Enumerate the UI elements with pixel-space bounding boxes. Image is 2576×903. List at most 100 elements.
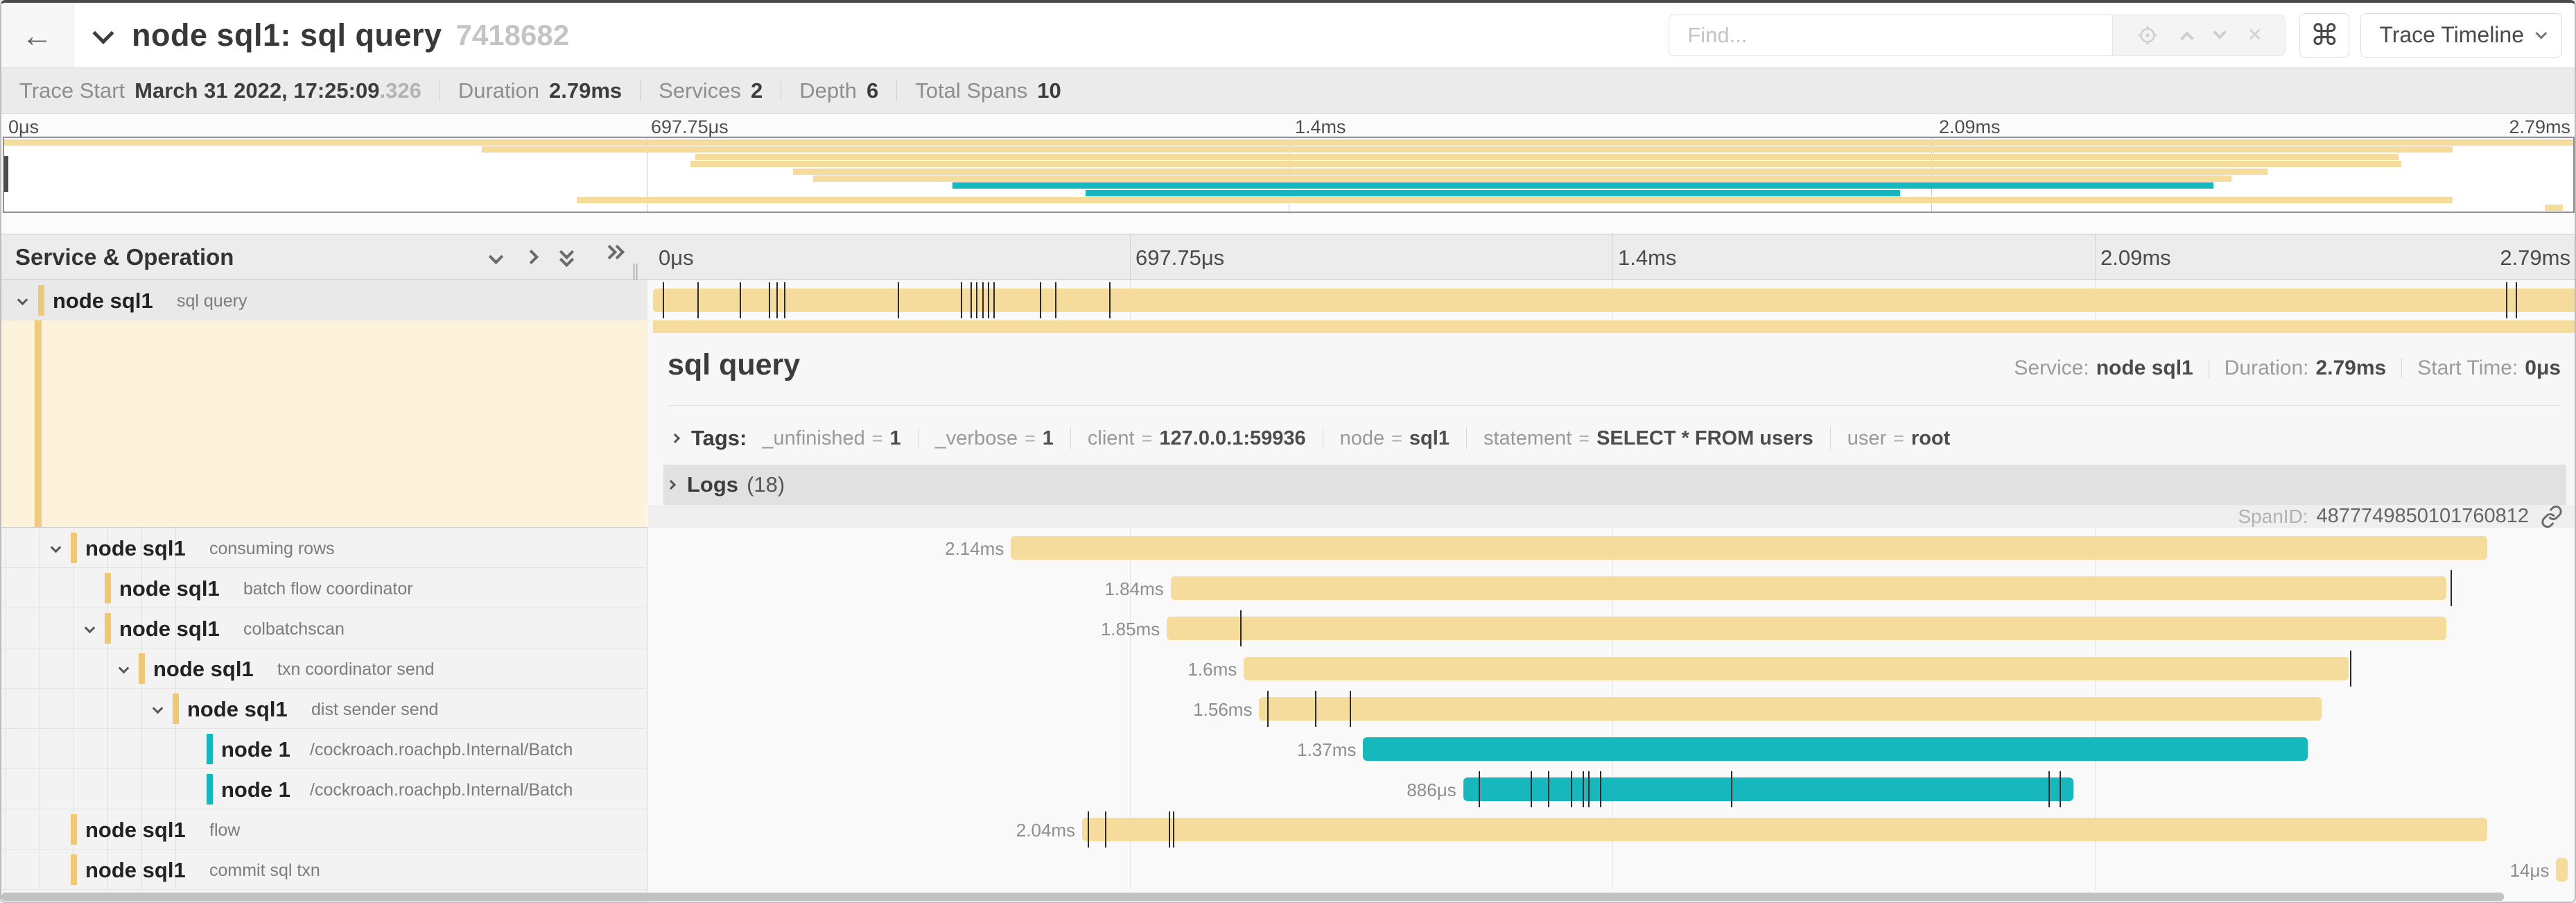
chevron-down-icon[interactable] <box>85 623 96 634</box>
tag-item[interactable]: node=sql1 <box>1340 427 1450 450</box>
span-row[interactable]: node sql1commit sql txn14μs <box>1 850 2576 890</box>
log-marker <box>784 282 785 318</box>
span-tree-cell[interactable]: node 1/cockroach.roachpb.Internal/Batch <box>1 769 647 809</box>
span-bar[interactable] <box>1171 576 2446 600</box>
span-detail-bar <box>653 320 2576 333</box>
collapse-one-icon[interactable] <box>491 252 501 262</box>
chevron-down-icon[interactable] <box>51 542 62 553</box>
logs-accordion[interactable]: Logs (18) <box>663 465 2566 505</box>
span-detail-meta: Service:node sql1Duration:2.79msStart Ti… <box>2014 356 2561 380</box>
grid-header: Service & Operation ∥ 0μs697.75μs1.4ms2.… <box>1 234 2576 280</box>
minimap-span-bar <box>2545 205 2563 211</box>
clear-find-icon[interactable]: × <box>2248 22 2262 49</box>
service-name: node sql1 <box>85 536 186 561</box>
span-row[interactable]: node sql1dist sender send1.56ms <box>1 689 2576 729</box>
next-result-icon[interactable] <box>2215 31 2225 40</box>
span-tree-cell[interactable]: node sql1flow <box>1 809 647 850</box>
span-row[interactable]: node sql1txn coordinator send1.6ms <box>1 648 2576 689</box>
scrollbar-thumb[interactable] <box>1 893 2504 901</box>
collapse-controls <box>466 247 623 268</box>
detail-meta-value: 2.79ms <box>2315 356 2386 380</box>
operation-name: consuming rows <box>209 539 335 559</box>
trace-timeline-dropdown[interactable]: Trace Timeline <box>2360 13 2562 58</box>
span-row[interactable]: node sql1consuming rows2.14ms <box>1 528 2576 568</box>
operation-name: /cockroach.roachpb.Internal/Batch <box>310 740 573 760</box>
column-resize-handle[interactable]: ∥ <box>631 261 641 282</box>
span-tree-cell[interactable]: node sql1 consuming rows <box>1 528 647 568</box>
span-row[interactable]: node 1/cockroach.roachpb.Internal/Batch 1… <box>1 729 2576 769</box>
tag-item[interactable]: _verbose=1 <box>935 427 1054 450</box>
minimap-span-bar <box>813 175 2231 182</box>
log-marker <box>2048 771 2050 807</box>
span-bar[interactable] <box>1244 657 2348 680</box>
trace-title-group[interactable]: node sql1: sql query 7418682 <box>96 17 569 53</box>
span-duration-label: 1.37ms <box>1297 739 1356 761</box>
keyboard-shortcuts-button[interactable]: ⌘ <box>2299 13 2349 58</box>
info-value: March 31 2022, 17:25:09 <box>134 78 379 103</box>
span-bar[interactable] <box>653 289 2576 312</box>
span-tree-cell[interactable]: node sql1batch flow coordinator <box>1 568 647 608</box>
span-row[interactable]: node 1/cockroach.roachpb.Internal/Batch8… <box>1 769 2576 809</box>
log-marker <box>1315 691 1316 727</box>
span-bar[interactable] <box>1167 617 2446 640</box>
span-bar[interactable] <box>1011 536 2487 560</box>
log-marker <box>1531 771 1532 807</box>
tag-item[interactable]: user=root <box>1847 427 1951 450</box>
tags-title: Tags: <box>691 426 747 451</box>
locate-icon[interactable] <box>2136 24 2159 46</box>
chevron-down-icon[interactable] <box>119 663 130 674</box>
collapse-all-icon[interactable] <box>562 247 580 268</box>
tag-key: client <box>1088 427 1135 450</box>
link-icon[interactable] <box>2540 505 2564 528</box>
span-tree-cell[interactable]: node 1/cockroach.roachpb.Internal/Batch <box>1 729 647 769</box>
tag-item[interactable]: _unfinished=1 <box>762 427 900 450</box>
span-tree-cell[interactable]: node sql1commit sql txn <box>1 850 647 890</box>
prev-result-icon[interactable] <box>2182 31 2192 40</box>
minimap-span-bar <box>1086 190 1900 196</box>
span-bar[interactable] <box>1363 737 2308 761</box>
info-value: 2 <box>751 78 763 103</box>
operation-name: sql query <box>177 291 247 311</box>
minimap-tick-label: 0μs <box>8 117 39 138</box>
span-tree-cell[interactable]: node sql1colbatchscan <box>1 608 647 648</box>
horizontal-scrollbar[interactable] <box>1 891 2576 902</box>
span-tree-cell[interactable]: node sql1txn coordinator send <box>1 648 647 689</box>
divider <box>1070 427 1071 449</box>
tags-accordion[interactable]: Tags: _unfinished=1 _verbose=1 client=127.… <box>668 419 2561 458</box>
chevron-down-icon[interactable] <box>17 295 28 306</box>
operation-name: txn coordinator send <box>277 660 435 680</box>
service-color-chip <box>105 573 111 603</box>
log-marker <box>697 282 699 318</box>
span-bar[interactable] <box>2556 858 2568 882</box>
expand-one-icon[interactable] <box>526 252 537 262</box>
equals-sign: = <box>1391 428 1402 449</box>
view-range-handle[interactable] <box>4 156 8 192</box>
span-tree-cell[interactable]: node sql1dist sender send <box>1 689 647 729</box>
span-row[interactable]: node sql1sql query <box>1 280 2576 320</box>
span-row[interactable]: node sql1flow2.04ms <box>1 809 2576 850</box>
minimap-span-bar <box>4 139 2573 146</box>
chevron-down-icon[interactable] <box>153 703 164 714</box>
minimap-tick-label: 2.09ms <box>1939 117 2001 138</box>
back-button[interactable]: ← <box>1 3 73 67</box>
tag-value: 1 <box>1043 427 1054 450</box>
tag-value: 1 <box>890 427 901 450</box>
minimap-tick-label: 2.79ms <box>2509 117 2570 138</box>
span-bar[interactable] <box>1259 697 2321 721</box>
tag-item[interactable]: client=127.0.0.1:59936 <box>1088 427 1306 450</box>
service-name: node sql1 <box>85 858 186 883</box>
span-detail-panel: sql query Service:node sql1Duration:2.79… <box>648 320 2576 528</box>
span-row[interactable]: node sql1batch flow coordinator1.84ms <box>1 568 2576 608</box>
span-tree-cell[interactable]: node sql1sql query <box>1 280 647 320</box>
expand-all-icon[interactable] <box>604 247 623 268</box>
span-bar[interactable] <box>1463 777 2073 801</box>
find-input[interactable] <box>1669 15 2112 56</box>
minimap-span-bar <box>793 169 2268 175</box>
span-row[interactable]: node sql1colbatchscan1.85ms <box>1 608 2576 648</box>
minimap-canvas[interactable] <box>3 137 2575 213</box>
detail-meta-label: Service: <box>2014 356 2089 380</box>
ruler-tick-label: 1.4ms <box>1618 246 1676 270</box>
tag-item[interactable]: statement=SELECT * FROM users <box>1483 427 1813 450</box>
span-bar[interactable] <box>1082 818 2487 841</box>
command-icon: ⌘ <box>2310 18 2339 52</box>
